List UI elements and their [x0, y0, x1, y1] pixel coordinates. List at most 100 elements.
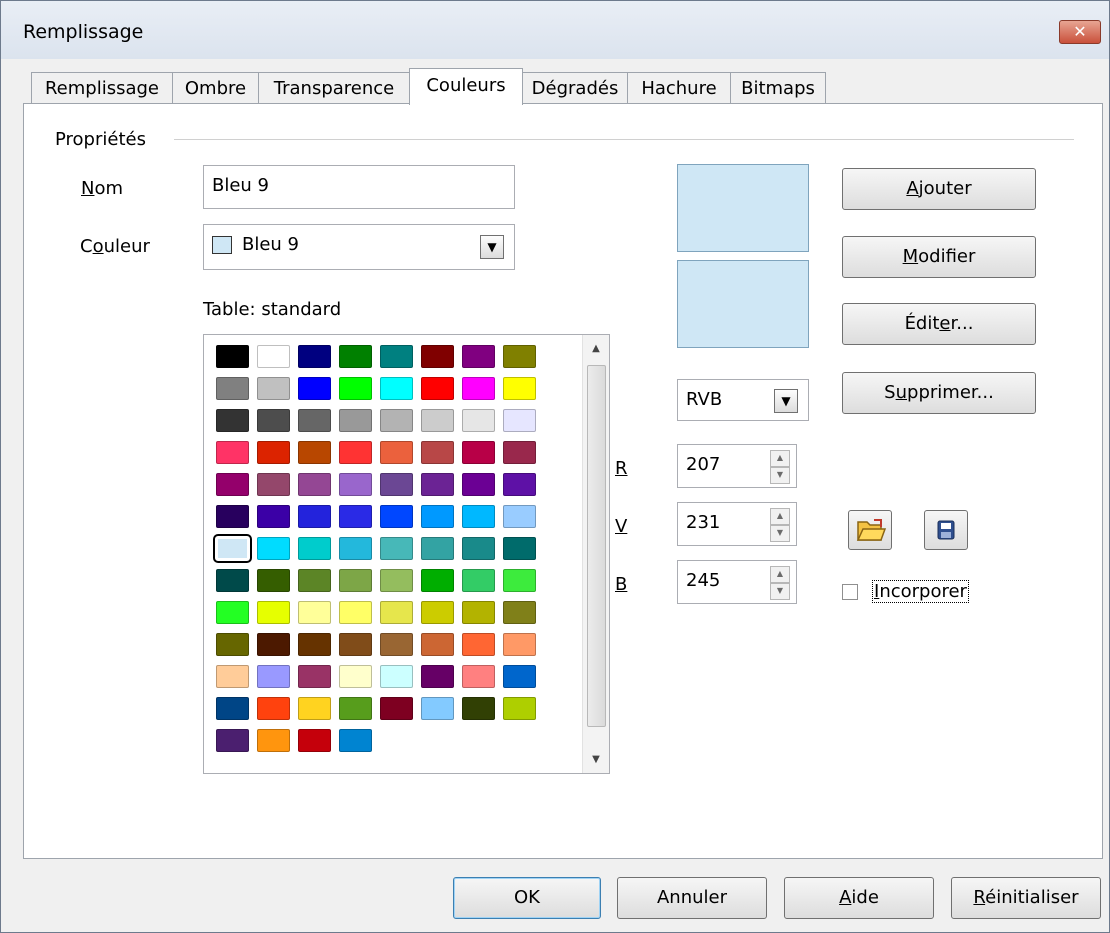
palette-cell[interactable]	[298, 729, 331, 752]
palette-cell[interactable]	[503, 473, 536, 496]
palette-cell[interactable]	[421, 569, 454, 592]
spin-up-icon[interactable]: ▲	[770, 450, 790, 467]
palette-cell[interactable]	[421, 633, 454, 656]
palette-cell[interactable]	[380, 665, 413, 688]
palette-cell[interactable]	[421, 665, 454, 688]
aide-button[interactable]: Aide	[784, 877, 934, 919]
tab-bitmaps[interactable]: Bitmaps	[730, 72, 826, 104]
palette-cell[interactable]	[298, 473, 331, 496]
close-icon[interactable]: ✕	[1059, 20, 1101, 44]
palette-cell[interactable]	[339, 441, 372, 464]
v-spinbox[interactable]: 231 ▲ ▼	[677, 502, 797, 546]
palette-cell[interactable]	[216, 377, 249, 400]
tab-remplissage[interactable]: Remplissage	[31, 72, 173, 104]
palette-cell[interactable]	[298, 377, 331, 400]
nom-input[interactable]: Bleu 9	[203, 165, 515, 209]
tab-hachure[interactable]: Hachure	[627, 72, 731, 104]
palette-cell[interactable]	[339, 729, 372, 752]
palette-cell[interactable]	[257, 377, 290, 400]
scroll-thumb[interactable]	[587, 365, 606, 727]
palette-cell[interactable]	[257, 473, 290, 496]
spin-up-icon[interactable]: ▲	[770, 566, 790, 583]
palette-cell[interactable]	[462, 377, 495, 400]
palette-cell[interactable]	[380, 601, 413, 624]
palette-cell[interactable]	[503, 537, 536, 560]
spin-down-icon[interactable]: ▼	[770, 525, 790, 542]
palette-cell[interactable]	[298, 345, 331, 368]
palette-cell[interactable]	[503, 601, 536, 624]
palette-cell[interactable]	[339, 569, 372, 592]
palette-cell[interactable]	[298, 569, 331, 592]
palette-cell[interactable]	[298, 409, 331, 432]
b-spinbox[interactable]: 245 ▲ ▼	[677, 560, 797, 604]
palette-cell[interactable]	[421, 345, 454, 368]
palette-cell[interactable]	[257, 729, 290, 752]
palette-cell[interactable]	[462, 697, 495, 720]
palette-cell[interactable]	[216, 409, 249, 432]
palette-cell[interactable]	[380, 473, 413, 496]
palette-cell[interactable]	[380, 377, 413, 400]
palette-cell[interactable]	[462, 601, 495, 624]
palette-cell[interactable]	[298, 441, 331, 464]
palette-cell[interactable]	[462, 505, 495, 528]
palette-cell[interactable]	[257, 569, 290, 592]
tab-ombre[interactable]: Ombre	[172, 72, 259, 104]
palette-cell[interactable]	[339, 633, 372, 656]
palette-cell[interactable]	[462, 441, 495, 464]
palette-cell[interactable]	[380, 569, 413, 592]
r-spin[interactable]: ▲ ▼	[770, 450, 790, 484]
palette-cell[interactable]	[339, 601, 372, 624]
tab-transparence[interactable]: Transparence	[258, 72, 410, 104]
palette-cell[interactable]	[421, 473, 454, 496]
palette-cell[interactable]	[462, 473, 495, 496]
incorporer-checkbox[interactable]	[842, 584, 858, 600]
palette-cell[interactable]	[462, 665, 495, 688]
palette-cell[interactable]	[380, 441, 413, 464]
palette-cell[interactable]	[380, 633, 413, 656]
ajouter-button[interactable]: Ajouter	[842, 168, 1036, 210]
palette-cell[interactable]	[216, 633, 249, 656]
palette-cell[interactable]	[421, 697, 454, 720]
palette-cell[interactable]	[421, 537, 454, 560]
palette-cell[interactable]	[257, 345, 290, 368]
palette-cell[interactable]	[339, 377, 372, 400]
palette-cell[interactable]	[257, 601, 290, 624]
b-spin[interactable]: ▲ ▼	[770, 566, 790, 600]
spin-down-icon[interactable]: ▼	[770, 583, 790, 600]
palette-cell[interactable]	[257, 441, 290, 464]
palette-cell[interactable]	[380, 697, 413, 720]
palette-cell[interactable]	[503, 569, 536, 592]
palette-cell[interactable]	[339, 505, 372, 528]
palette-cell[interactable]	[257, 505, 290, 528]
palette-cell[interactable]	[380, 345, 413, 368]
palette-cell[interactable]	[216, 601, 249, 624]
palette-cell[interactable]	[503, 665, 536, 688]
palette-cell[interactable]	[421, 505, 454, 528]
palette-cell[interactable]	[503, 697, 536, 720]
palette-cell[interactable]	[339, 409, 372, 432]
scroll-up-icon[interactable]: ▲	[583, 343, 609, 354]
palette-cell[interactable]	[216, 665, 249, 688]
palette-cell[interactable]	[421, 409, 454, 432]
palette-cell[interactable]	[503, 633, 536, 656]
palette-cell[interactable]	[421, 441, 454, 464]
scroll-down-icon[interactable]: ▼	[583, 754, 609, 765]
palette-cell[interactable]	[216, 473, 249, 496]
palette-cell[interactable]	[257, 537, 290, 560]
palette-cell[interactable]	[298, 665, 331, 688]
palette-cell[interactable]	[503, 505, 536, 528]
chevron-down-icon[interactable]: ▼	[480, 235, 504, 259]
palette-cell[interactable]	[462, 345, 495, 368]
reinitialiser-button[interactable]: Réinitialiser	[951, 877, 1101, 919]
palette-cell[interactable]	[503, 377, 536, 400]
palette-cell[interactable]	[421, 377, 454, 400]
palette-cell[interactable]	[216, 345, 249, 368]
annuler-button[interactable]: Annuler	[617, 877, 767, 919]
palette-scrollbar[interactable]: ▲ ▼	[582, 335, 609, 773]
palette-cell[interactable]	[503, 345, 536, 368]
palette-cell[interactable]	[216, 569, 249, 592]
palette-cell[interactable]	[298, 697, 331, 720]
palette-cell[interactable]	[462, 537, 495, 560]
modifier-button[interactable]: Modifier	[842, 236, 1036, 278]
r-spinbox[interactable]: 207 ▲ ▼	[677, 444, 797, 488]
